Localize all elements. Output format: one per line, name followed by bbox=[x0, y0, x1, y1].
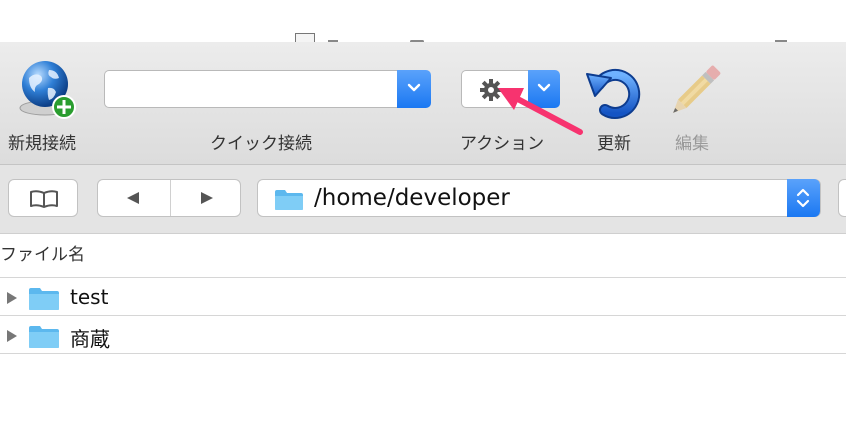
refresh-label: 更新 bbox=[597, 134, 631, 154]
search-field-edge[interactable] bbox=[838, 179, 846, 217]
back-button[interactable] bbox=[98, 180, 170, 216]
table-row[interactable]: 商蔵 bbox=[0, 318, 846, 354]
book-icon bbox=[30, 190, 58, 208]
refresh-button[interactable] bbox=[585, 62, 645, 122]
quick-connect-label: クイック接続 bbox=[210, 134, 312, 154]
globe-icon bbox=[19, 61, 76, 119]
header-divider bbox=[0, 277, 846, 278]
updown-chevron-icon bbox=[796, 188, 810, 208]
row-divider bbox=[0, 315, 846, 316]
quick-connect-dropdown-button[interactable] bbox=[397, 70, 431, 108]
triangle-left-icon bbox=[127, 192, 139, 204]
table-row[interactable]: test bbox=[0, 280, 846, 316]
file-name: 商蔵 bbox=[70, 327, 110, 351]
forward-button[interactable] bbox=[171, 180, 241, 216]
folder-icon bbox=[29, 288, 59, 310]
disclosure-triangle-icon[interactable] bbox=[5, 290, 19, 306]
new-connection-label: 新規接続 bbox=[8, 134, 76, 154]
annotation-arrow bbox=[498, 88, 583, 135]
path-selector[interactable]: /home/developer bbox=[257, 179, 821, 217]
edit-label: 編集 bbox=[675, 134, 709, 154]
triangle-right-icon bbox=[201, 192, 213, 204]
row-divider bbox=[0, 353, 846, 354]
filename-column-header[interactable]: ファイル名 bbox=[0, 240, 85, 265]
path-dropdown-button[interactable] bbox=[787, 179, 820, 217]
new-connection-button[interactable] bbox=[15, 58, 77, 122]
current-path: /home/developer bbox=[314, 185, 510, 211]
edit-button[interactable] bbox=[660, 56, 730, 126]
bookmarks-button[interactable] bbox=[8, 179, 78, 217]
chevron-down-icon bbox=[407, 83, 421, 92]
pencil-icon bbox=[673, 65, 721, 113]
title-bar-remnant bbox=[0, 0, 846, 46]
disclosure-triangle-icon[interactable] bbox=[5, 328, 19, 344]
navigation-bar: /home/developer bbox=[0, 165, 846, 234]
folder-icon bbox=[275, 190, 303, 210]
quick-connect-input[interactable] bbox=[104, 70, 398, 108]
file-name: test bbox=[70, 285, 109, 309]
toolbar: 新規接続 クイック接続 アクション 更新 編集 bbox=[0, 42, 846, 165]
history-navigation bbox=[97, 179, 241, 217]
folder-icon bbox=[29, 326, 59, 348]
refresh-icon bbox=[586, 69, 641, 119]
